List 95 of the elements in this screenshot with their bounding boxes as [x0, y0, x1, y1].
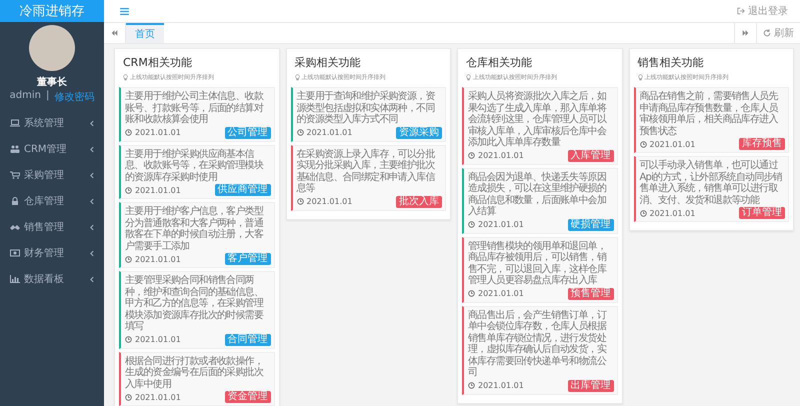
feature-tag[interactable]: 硬损管理 — [568, 218, 614, 230]
menu-item[interactable]: 财务管理 — [0, 240, 104, 266]
feature-description: 可以手动录入销售单，也可以通过Api的方式，让外部系统自动同步销售单进入系统，销售单可以进行取消、支付、发货和退款等功能 — [640, 160, 783, 206]
chevron-icon — [90, 276, 94, 282]
feature-tag[interactable]: 资源采购 — [396, 126, 442, 138]
menu-item[interactable]: CRM管理 — [0, 136, 104, 162]
handshake-icon — [10, 223, 20, 231]
clock-icon — [296, 198, 304, 205]
menu-item[interactable]: 仓库管理 — [0, 188, 104, 214]
panel-title: 仓库相关功能 — [466, 55, 533, 70]
lock-icon — [10, 197, 20, 205]
clock-icon — [468, 382, 475, 389]
user-name: 董事长 — [37, 76, 67, 89]
clock-icon — [296, 129, 304, 136]
menu-item[interactable]: 系统管理 — [0, 110, 104, 136]
clock-icon — [125, 394, 132, 400]
clock-icon — [468, 221, 475, 228]
menu-icon[interactable] — [120, 8, 129, 14]
feature-description: 在采购资源上录入库存，可以分批实现分批采购入库，主要维护批次基础信息、合同绑定和申请入库信息等 — [296, 148, 436, 194]
account-name: admin — [10, 90, 41, 103]
clock-icon — [125, 129, 132, 136]
feature-description: 主要管理采购合同和销售合同两种，维护和查询合同的基础信息、甲方和乙方的信息等，在采购管理模块添加资源库存批次的时候需要填写 — [125, 275, 265, 332]
menu-item[interactable]: 数据看板 — [0, 266, 104, 292]
feature-tag[interactable]: 合同管理 — [224, 334, 270, 346]
avatar-photo-placeholder — [29, 25, 75, 71]
chevron-icon — [90, 146, 94, 152]
scroll-right-icon[interactable] — [742, 30, 749, 36]
feature-date: 2021.01.01 — [135, 128, 182, 137]
bar-chart-icon — [10, 275, 20, 283]
feature-tag[interactable]: 入库管理 — [568, 150, 614, 162]
scroll-left-icon[interactable] — [111, 30, 118, 36]
clock-icon — [640, 140, 646, 148]
chevron-icon — [90, 172, 94, 178]
feature-date: 2021.01.01 — [135, 254, 182, 264]
feature-description: 采购人员将资源批次入库之后，如果勾选了生成入库单，那入库单将会流转到这里，仓库管理人员可以审核入库单，入库审核后仓库中会添加此入库单库存数量 — [468, 91, 608, 148]
page-tab[interactable]: 首页 — [126, 23, 164, 43]
clock-icon — [468, 290, 475, 297]
menu-item[interactable]: 销售管理 — [0, 214, 104, 240]
feature-description: 根据合同进行打款或者收款操作，生成的资金编号在后面的采购批次入库中使用 — [125, 356, 264, 390]
clock-icon — [125, 336, 132, 343]
clock-icon — [640, 210, 646, 216]
separator: | — [46, 90, 50, 103]
feature-date: 2021.01.01 — [478, 220, 525, 229]
feature-tag[interactable]: 供应商管理 — [214, 184, 270, 196]
feature-tag[interactable]: 公司管理 — [224, 126, 270, 138]
feature-description: 主要用于查询和维护采购资源，资源类型包括虚拟和实体两种，不同的资源类型入库方式不同 — [296, 91, 436, 126]
feature-tag[interactable]: 库存预售 — [739, 138, 785, 150]
feature-description: 主要用于维护公司主体信息、收款账号、打款账号等，后面的结算对账和收款核算会使用 — [125, 91, 264, 126]
feature-tag[interactable]: 订单管理 — [739, 207, 785, 219]
logout-link[interactable]: 退出登录 — [737, 4, 788, 18]
menu-item[interactable]: 采购管理 — [0, 162, 104, 188]
feature-description: 商品售出后，会产生销售订单，订单中会锁位库存数，仓库人员根据销售单库存锁位情况，进行发货处理，虚拟库存确认后自动发货，实体库存需要回传快递单号和物流公司 — [468, 310, 608, 378]
feature-date: 2021.01.01 — [650, 140, 696, 148]
feature-date: 2021.01.01 — [478, 381, 525, 390]
app-logo: 冷雨进销存 — [0, 0, 104, 22]
clock-icon — [125, 186, 132, 194]
feature-description: 主要用于维护客户信息，客户类型分为普通散客和大客户两种，普通散客在下单的时候自动注册，大客户需要手工添加 — [125, 206, 264, 252]
panel-title: 销售相关功能 — [638, 55, 704, 70]
feature-date: 2021.01.01 — [135, 335, 182, 344]
money-icon — [10, 249, 20, 257]
chevron-icon — [90, 120, 94, 126]
feature-description: 管理销售模块的领用单和退回单，商品库存被领用后，可以销售，销售不完，可以退回入库，这样仓库管理人员更容易盘点库存出入库 — [468, 240, 608, 286]
chevron-icon — [90, 250, 94, 256]
feature-tag[interactable]: 预售管理 — [568, 288, 614, 300]
panel-title: CRM相关功能 — [123, 55, 193, 70]
feature-tag[interactable]: 批次入库 — [396, 196, 442, 208]
feature-description: 主要用于维护采购供应商基本信息、收款账号等，在采购管理模块的资源库存采购时使用 — [125, 148, 265, 183]
bulb-icon — [294, 74, 300, 81]
logout-icon — [737, 7, 745, 15]
feature-tag[interactable]: 客户管理 — [224, 253, 270, 265]
cart-icon — [10, 171, 20, 179]
feature-tag[interactable]: 资金管理 — [224, 391, 270, 403]
refresh-button[interactable]: 刷新 — [756, 23, 800, 43]
feature-description: 商品会因为退单、快递丢失等原因造成损失，可以在这里维护硬损的商品信息和数量，后面账单中会加入结算 — [468, 172, 608, 218]
bulb-icon — [638, 74, 642, 81]
feature-date: 2021.01.01 — [306, 197, 354, 206]
clock-icon — [125, 256, 132, 262]
clock-icon — [468, 152, 475, 159]
feature-date: 2021.01.01 — [306, 128, 354, 137]
feature-date: 2021.01.01 — [478, 289, 525, 298]
refresh-icon — [763, 29, 771, 37]
panel-title: 采购相关功能 — [294, 55, 362, 70]
chevron-icon — [90, 224, 94, 230]
feature-tag[interactable]: 出库管理 — [568, 380, 614, 392]
laptop-icon — [10, 119, 20, 127]
users-icon — [10, 145, 20, 153]
bulb-icon — [466, 74, 471, 81]
change-password-link[interactable]: 修改密码 — [54, 90, 94, 104]
feature-description: 商品在销售之前，需要销售人员先申请商品库存预售数量，仓库人员审核领用单后，相关商品库存进入预售状态 — [640, 91, 780, 137]
feature-date: 2021.01.01 — [478, 151, 525, 160]
feature-date: 2021.01.01 — [135, 392, 182, 402]
feature-date: 2021.01.01 — [135, 186, 182, 194]
bulb-icon — [123, 74, 128, 81]
chevron-icon — [90, 198, 94, 204]
feature-date: 2021.01.01 — [650, 208, 696, 218]
